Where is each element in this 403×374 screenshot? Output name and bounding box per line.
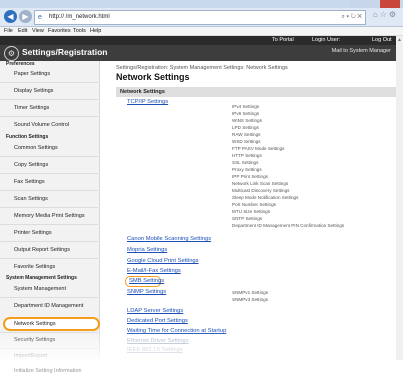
snmp-settings-link[interactable]: SNMP Settings xyxy=(127,289,166,295)
email-ifax-link[interactable]: E-Mail/I-Fax Settings xyxy=(127,268,181,274)
sidebar-divider xyxy=(0,332,98,333)
sidebar-item-display-settings[interactable]: Display Settings xyxy=(0,88,98,94)
ipv6-settings-item: IPv6 Settings xyxy=(232,111,260,116)
mopria-settings-link[interactable]: Mopria Settings xyxy=(127,247,167,253)
ldap-server-link[interactable]: LDAP Server Settings xyxy=(127,308,183,314)
window-titlebar xyxy=(0,0,403,8)
lpd-settings-item: LPD Settings xyxy=(232,125,259,130)
breadcrumb: Settings/Registration: System Management… xyxy=(116,65,288,71)
google-cloud-print-link[interactable]: Google Cloud Print Settings xyxy=(127,258,199,264)
sidebar-divider xyxy=(0,156,98,157)
network-link-scan-item: Network Link Scan Settings xyxy=(232,181,289,186)
sidebar-item-sound-volume[interactable]: Sound Volume Control xyxy=(0,122,98,128)
http-settings-item: HTTP Settings xyxy=(232,153,262,158)
sidebar-head-preferences: Preferences xyxy=(6,61,35,67)
top-bar: To Portal Login User: Log Out xyxy=(0,36,403,45)
multicast-discovery-item: Multicast Discovery Settings xyxy=(232,188,290,193)
back-button[interactable]: ◀ xyxy=(4,10,17,23)
sidebar-divider xyxy=(0,241,98,242)
url-text: http:// /m_network.html xyxy=(49,14,110,20)
sidebar-item-common-settings[interactable]: Common Settings xyxy=(0,145,98,151)
waiting-time-link[interactable]: Waiting Time for Connection at Startup xyxy=(127,328,226,334)
sidebar-item-initialize[interactable]: Initialize Setting Information xyxy=(0,368,98,374)
menu-help[interactable]: Help xyxy=(90,27,101,35)
sidebar-item-copy-settings[interactable]: Copy Settings xyxy=(0,162,98,168)
sidebar-item-fax-settings[interactable]: Fax Settings xyxy=(0,179,98,185)
ipp-print-item: IPP Print Settings xyxy=(232,174,268,179)
logout-link[interactable]: Log Out xyxy=(372,37,392,43)
close-button[interactable] xyxy=(380,0,400,8)
sidebar-divider xyxy=(0,224,98,225)
ethernet-driver-link[interactable]: Ethernet Driver Settings xyxy=(127,338,189,344)
snmpv3-item: SNMPv3 Settings xyxy=(232,297,268,302)
raw-settings-item: RAW Settings xyxy=(232,132,261,137)
sidebar-divider xyxy=(0,297,98,298)
settings-gear-icon: ⚙ xyxy=(4,46,19,61)
tcpip-settings-link[interactable]: TCP/IP Settings xyxy=(127,99,168,105)
port-number-item: Port Number Settings xyxy=(232,202,276,207)
sleep-mode-item: Sleep Mode Notification Settings xyxy=(232,195,299,200)
mail-to-system-manager-link[interactable]: Mail to System Manager xyxy=(332,48,391,54)
sidebar-item-memory-media[interactable]: Memory Media Print Settings xyxy=(0,213,98,219)
section-header: Network Settings xyxy=(116,87,396,97)
sidebar-item-scan-settings[interactable]: Scan Settings xyxy=(0,196,98,202)
menu-favorites[interactable]: Favorites xyxy=(48,27,71,35)
vertical-scrollbar[interactable] xyxy=(396,36,403,360)
dedicated-port-link[interactable]: Dedicated Port Settings xyxy=(127,318,188,324)
smb-settings-link[interactable]: SMB Settings xyxy=(129,278,164,284)
sidebar-item-paper-settings[interactable]: Paper Settings xyxy=(0,71,98,77)
wsd-settings-item: WSD Settings xyxy=(232,139,261,144)
sidebar-divider xyxy=(0,173,98,174)
address-bar[interactable]: e http:// /m_network.html ⌕ ▾ ↻ ✕ xyxy=(34,10,366,25)
sidebar-divider xyxy=(0,99,98,100)
sidebar-item-system-management[interactable]: System Management xyxy=(0,286,98,292)
menu-edit[interactable]: Edit xyxy=(18,27,27,35)
sidebar-item-output-report[interactable]: Output Report Settings xyxy=(0,247,98,253)
scroll-up-arrow-icon[interactable]: ▲ xyxy=(397,37,402,43)
sidebar-item-import-export[interactable]: Import/Export xyxy=(0,353,98,359)
forward-button[interactable]: ▶ xyxy=(19,10,32,23)
sntp-settings-item: SNTP Settings xyxy=(232,216,263,221)
ie-page-icon: e xyxy=(38,14,42,21)
page-title: Network Settings xyxy=(116,72,190,82)
sidebar-divider xyxy=(0,348,98,349)
sidebar-item-network-settings[interactable]: Network Settings xyxy=(0,321,98,327)
minimize-button[interactable] xyxy=(350,0,364,8)
ipv4-settings-item: IPv4 Settings xyxy=(232,104,260,109)
menu-bar: File Edit View Favorites Tools Help xyxy=(0,27,403,36)
proxy-settings-item: Proxy Settings xyxy=(232,167,262,172)
sidebar-item-favorite-settings[interactable]: Favorite Settings xyxy=(0,264,98,270)
maximize-button[interactable] xyxy=(365,0,379,8)
sidebar-item-timer-settings[interactable]: Timer Settings xyxy=(0,105,98,111)
sidebar-divider xyxy=(0,82,98,83)
sidebar: Preferences Paper Settings Display Setti… xyxy=(0,61,100,360)
menu-view[interactable]: View xyxy=(32,27,44,35)
mtu-size-item: MTU Size Settings xyxy=(232,209,271,214)
login-user-label: Login User: xyxy=(312,37,341,43)
sidebar-item-department-id[interactable]: Department ID Management xyxy=(0,303,98,309)
menu-file[interactable]: File xyxy=(4,27,13,35)
menu-tools[interactable]: Tools xyxy=(73,27,86,35)
window-controls xyxy=(350,0,400,8)
sidebar-item-printer-settings[interactable]: Printer Settings xyxy=(0,230,98,236)
sidebar-head-system: System Management Settings xyxy=(6,275,77,281)
wins-settings-item: WINS Settings xyxy=(232,118,262,123)
sidebar-divider xyxy=(0,190,98,191)
dept-id-pin-item: Department ID Management PIN Confirmatio… xyxy=(232,223,345,228)
snmpv1-item: SNMPv1 Settings xyxy=(232,290,268,295)
browser-toolbar-icons[interactable]: ⌂☆⚙ xyxy=(373,10,398,19)
sidebar-divider xyxy=(0,258,98,259)
ieee-8021x-link[interactable]: IEEE 802.1X Settings xyxy=(127,347,183,353)
sidebar-divider xyxy=(0,116,98,117)
ssl-settings-item: SSL Settings xyxy=(232,160,259,165)
ftp-pasv-item: FTP PASV Mode Settings xyxy=(232,146,285,151)
sidebar-head-function: Function Settings xyxy=(6,134,49,140)
sidebar-item-security-settings[interactable]: Security Settings xyxy=(0,337,98,343)
canon-mobile-scanning-link[interactable]: Canon Mobile Scanning Settings xyxy=(127,236,211,242)
address-controls[interactable]: ⌕ ▾ ↻ ✕ xyxy=(341,11,362,24)
sidebar-divider xyxy=(0,207,98,208)
to-portal-link[interactable]: To Portal xyxy=(272,37,294,43)
app-title: Settings/Registration xyxy=(22,47,108,57)
